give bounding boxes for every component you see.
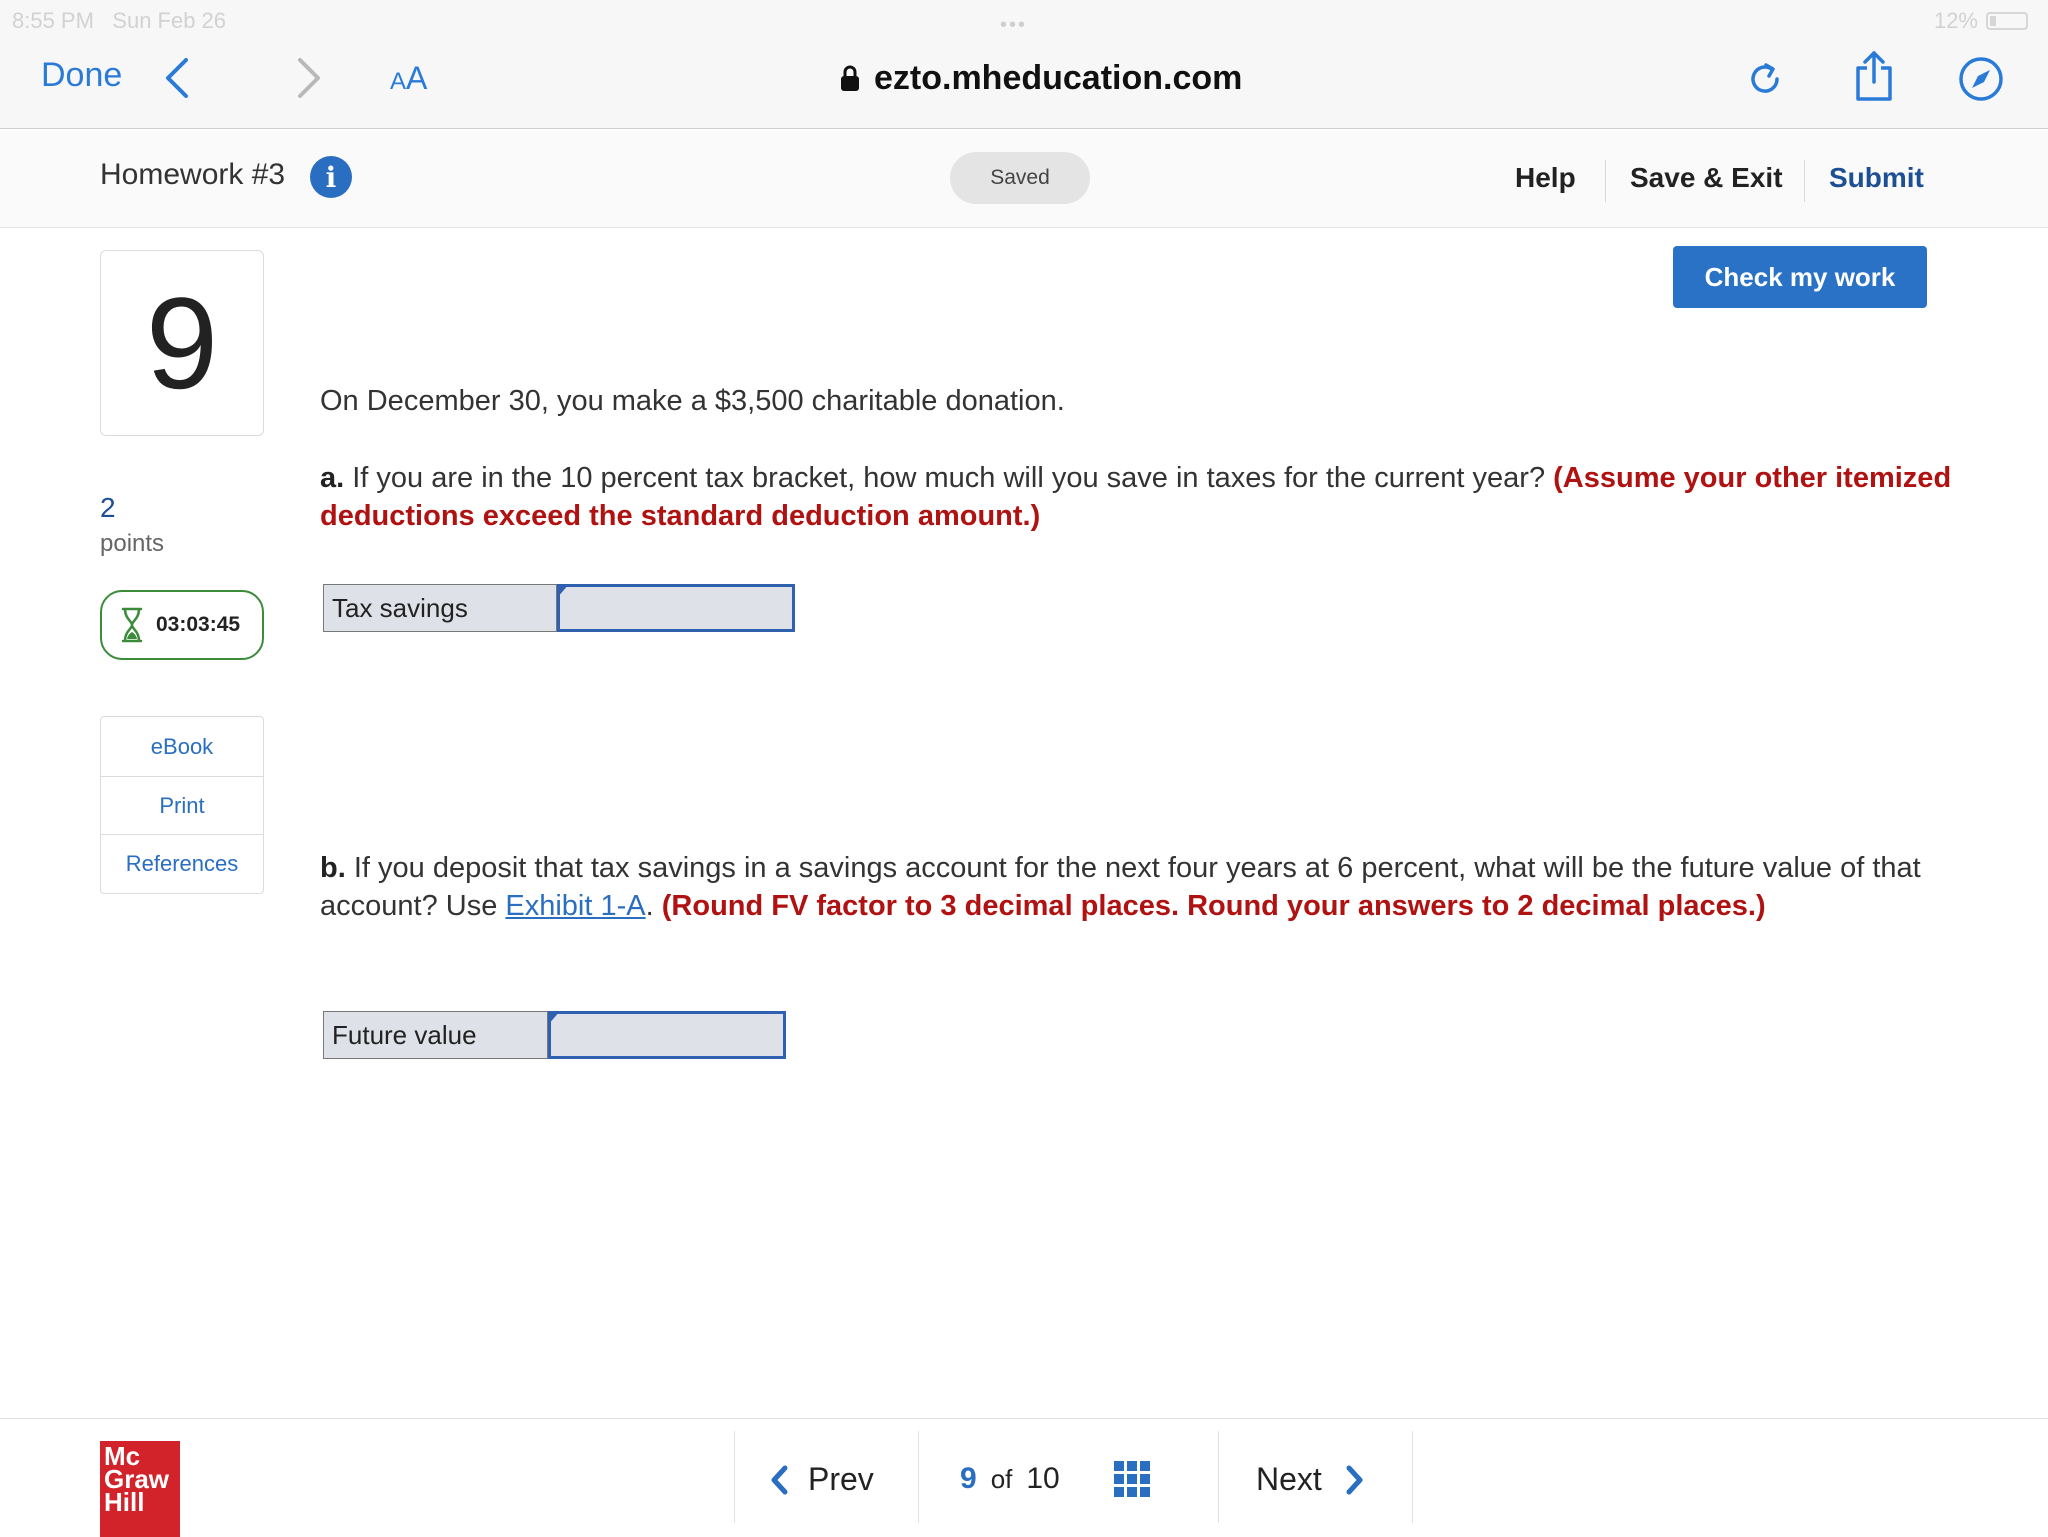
footer-divider	[918, 1431, 919, 1523]
print-link[interactable]: Print	[101, 777, 263, 835]
prev-button[interactable]: Prev	[770, 1461, 874, 1498]
future-value-field-wrap	[548, 1011, 786, 1059]
mcgraw-hill-logo: Mc Graw Hill	[100, 1441, 180, 1537]
question-number: 9	[100, 250, 264, 436]
total-pages: 10	[1026, 1462, 1060, 1495]
saved-status-badge: Saved	[950, 152, 1090, 204]
submit-link[interactable]: Submit	[1829, 162, 1924, 194]
footer-divider	[1218, 1431, 1219, 1523]
done-button[interactable]: Done	[41, 56, 122, 95]
browser-toolbar: 8:55 PM Sun Feb 26 ••• 12% Done AA ezto.…	[0, 0, 2048, 129]
compass-icon[interactable]	[1958, 56, 2004, 102]
tax-savings-input[interactable]	[557, 584, 795, 632]
part-a-text: If you are in the 10 percent tax bracket…	[344, 462, 1554, 494]
future-value-input[interactable]	[548, 1011, 786, 1059]
prev-label: Prev	[808, 1461, 874, 1497]
check-my-work-button[interactable]: Check my work	[1673, 246, 1927, 308]
question-part-a: a. If you are in the 10 percent tax brac…	[320, 459, 1960, 535]
footer-nav: Mc Graw Hill Prev 9 of 10 Next	[0, 1418, 2048, 1537]
next-label: Next	[1256, 1461, 1322, 1497]
multitask-dots-icon[interactable]: •••	[1000, 14, 1027, 37]
question-grid-icon[interactable]	[1113, 1461, 1150, 1497]
chevron-right-icon	[1346, 1465, 1363, 1494]
save-exit-link[interactable]: Save & Exit	[1630, 162, 1783, 194]
future-value-label: Future value	[323, 1011, 548, 1059]
page-indicator[interactable]: 9 of 10	[960, 1461, 1150, 1497]
exhibit-link[interactable]: Exhibit 1-A	[505, 890, 645, 922]
lock-icon	[841, 65, 859, 91]
forward-chevron-icon[interactable]	[290, 56, 326, 100]
part-b-letter: b.	[320, 852, 346, 884]
tax-savings-field-wrap	[557, 584, 795, 632]
assignment-title: Homework #3	[100, 158, 286, 191]
resources-menu: eBook Print References	[100, 716, 264, 894]
info-icon[interactable]: i	[310, 156, 352, 198]
address-bar[interactable]: ezto.mheducation.com	[840, 56, 1242, 100]
points-label: points	[100, 530, 165, 557]
chevron-left-icon	[771, 1465, 788, 1494]
answer-row-tax-savings: Tax savings	[323, 584, 795, 632]
references-link[interactable]: References	[101, 835, 263, 893]
status-time: 8:55 PM	[12, 8, 94, 33]
part-b-after-link: .	[645, 890, 662, 922]
next-button[interactable]: Next	[1256, 1461, 1364, 1498]
input-flag-icon	[548, 1011, 560, 1025]
page-of-label: of	[990, 1463, 1013, 1494]
question-part-b: b. If you deposit that tax savings in a …	[320, 849, 1960, 925]
part-a-letter: a.	[320, 462, 345, 494]
header-divider	[1804, 160, 1805, 202]
status-bar-time: 8:55 PM Sun Feb 26	[12, 8, 226, 34]
back-chevron-icon[interactable]	[160, 56, 196, 100]
status-date: Sun Feb 26	[112, 8, 227, 33]
battery-icon	[1986, 12, 2028, 30]
text-size-small: A	[390, 68, 407, 95]
input-flag-icon	[557, 584, 569, 598]
header-divider	[1605, 160, 1606, 202]
status-bar-right: 12%	[1934, 8, 2028, 34]
points-value: 2	[100, 492, 116, 523]
timer-text: 03:03:45	[156, 613, 241, 636]
ebook-link[interactable]: eBook	[101, 717, 263, 777]
help-link[interactable]: Help	[1515, 162, 1576, 194]
footer-divider	[734, 1431, 735, 1523]
reload-icon[interactable]	[1744, 58, 1786, 100]
text-size-button[interactable]: AA	[390, 60, 427, 97]
current-page: 9	[960, 1462, 977, 1495]
timer: 03:03:45	[100, 590, 264, 660]
assignment-header: Homework #3 i Saved Help Save & Exit Sub…	[0, 130, 2048, 228]
tax-savings-label: Tax savings	[323, 584, 557, 632]
battery-percent: 12%	[1933, 8, 1978, 33]
url-text: ezto.mheducation.com	[874, 58, 1243, 97]
hourglass-icon	[121, 607, 143, 643]
footer-divider	[1412, 1431, 1413, 1523]
part-b-instruction: (Round FV factor to 3 decimal places. Ro…	[661, 890, 1766, 922]
answer-row-future-value: Future value	[323, 1011, 786, 1059]
logo-line: Hill	[104, 1487, 145, 1517]
share-icon[interactable]	[1852, 50, 1896, 102]
text-size-large: A	[406, 60, 428, 96]
question-intro: On December 30, you make a $3,500 charit…	[320, 385, 1065, 417]
